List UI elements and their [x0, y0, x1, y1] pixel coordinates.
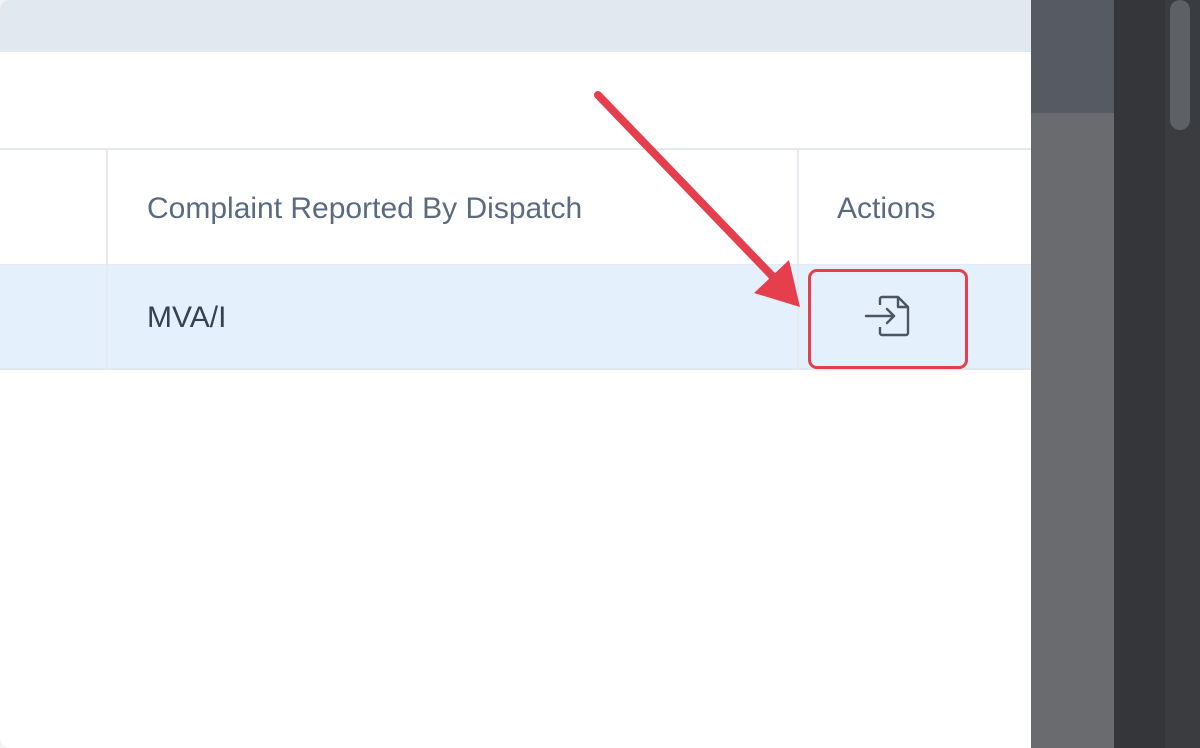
side-panel-header	[1031, 0, 1114, 113]
app-window: Complaint Reported By Dispatch Actions M…	[0, 0, 1200, 748]
side-panel	[1031, 0, 1200, 748]
scrollbar-thumb[interactable]	[1170, 0, 1190, 130]
annotation-arrow	[594, 91, 800, 307]
side-panel-strip	[1114, 0, 1165, 748]
